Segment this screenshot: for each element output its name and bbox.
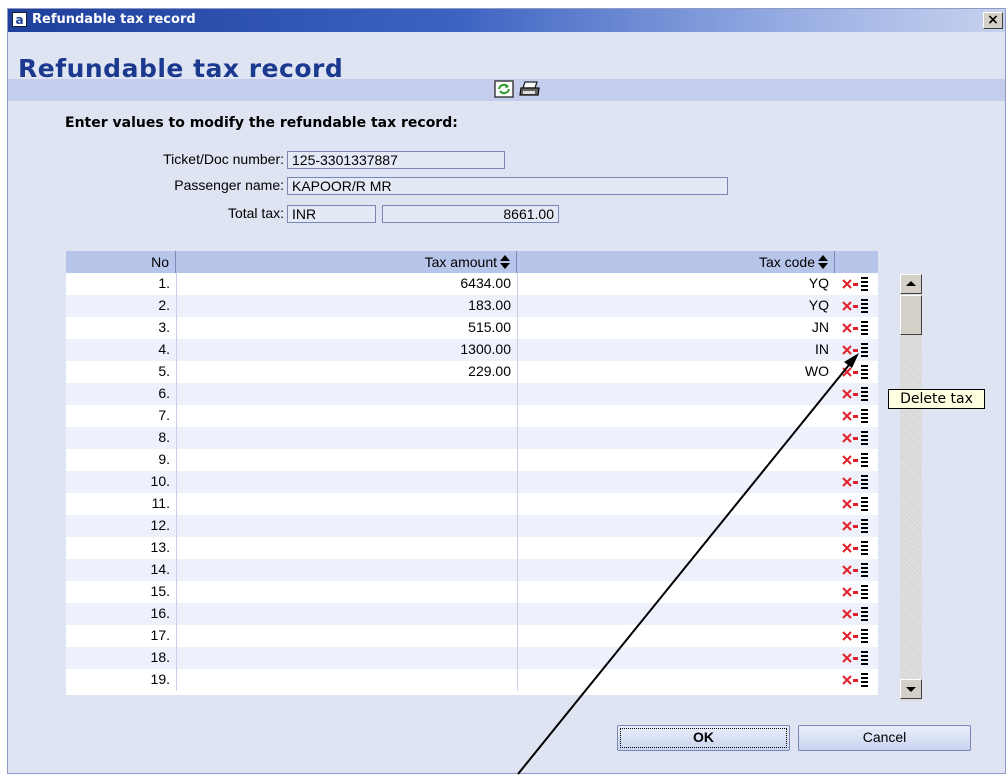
annotation-arrow: [517, 353, 859, 775]
